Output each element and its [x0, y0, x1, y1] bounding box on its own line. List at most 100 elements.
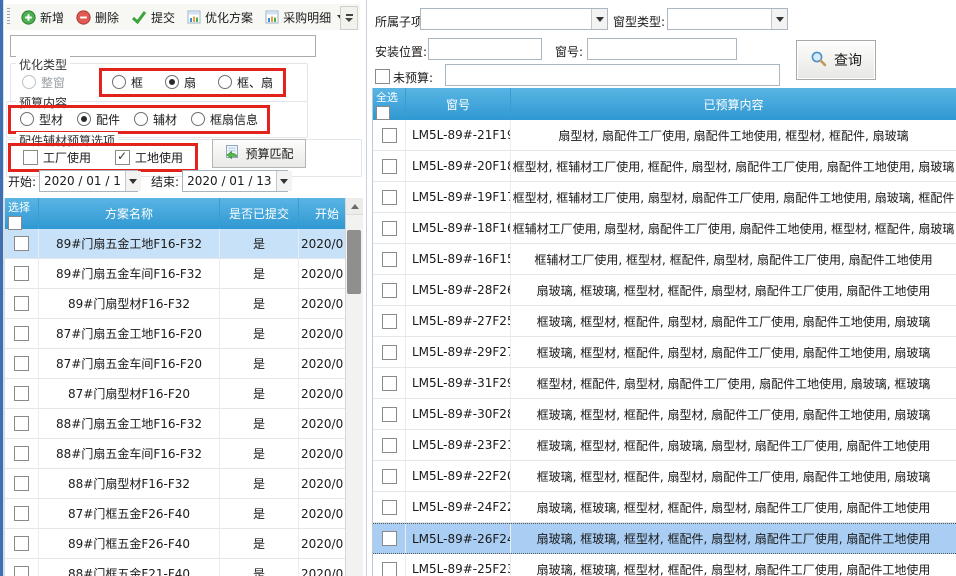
table-row[interactable]: 88#门框五金F21-F40是2020/0 [5, 559, 363, 576]
row-checkbox[interactable] [14, 386, 29, 401]
radio-option-框、扇[interactable]: 框、扇 [218, 74, 273, 91]
row-select-cell[interactable] [373, 430, 406, 460]
row-select-cell[interactable] [5, 529, 39, 558]
radio-icon[interactable] [20, 112, 34, 126]
column-header-submitted[interactable]: 是否已提交 [220, 198, 299, 229]
radio-icon[interactable] [191, 112, 205, 126]
window-no-input[interactable] [587, 38, 737, 60]
radio-icon[interactable] [22, 75, 36, 89]
row-checkbox[interactable] [382, 407, 397, 422]
row-checkbox[interactable] [14, 446, 29, 461]
checkbox-icon[interactable] [115, 150, 130, 165]
no-budget-input[interactable] [445, 64, 780, 86]
row-checkbox[interactable] [382, 283, 397, 298]
table-row[interactable]: LM5L-89#-24F22扇玻璃, 框玻璃, 框型材, 框配件, 扇型材, 扇… [373, 492, 956, 523]
budget-match-button[interactable]: 预算匹配 [212, 139, 306, 168]
row-select-cell[interactable] [373, 151, 406, 181]
row-select-cell[interactable] [373, 337, 406, 367]
radio-icon[interactable] [112, 75, 126, 89]
row-select-cell[interactable] [5, 259, 39, 288]
row-select-cell[interactable] [373, 244, 406, 274]
row-select-cell[interactable] [373, 368, 406, 398]
row-checkbox[interactable] [14, 566, 29, 576]
table-row[interactable]: LM5L-89#-28F26扇玻璃, 框玻璃, 框型材, 框配件, 扇型材, 扇… [373, 275, 956, 306]
radio-icon[interactable] [218, 75, 232, 89]
radio-option-框扇信息[interactable]: 框扇信息 [191, 111, 258, 128]
row-select-cell[interactable] [5, 289, 39, 318]
row-select-cell[interactable] [373, 275, 406, 305]
table-row[interactable]: 87#门扇五金工地F16-F20是2020/0 [5, 319, 363, 349]
radio-option-框[interactable]: 框 [112, 74, 143, 91]
toolbar-overflow-button[interactable] [340, 6, 358, 30]
row-checkbox[interactable] [382, 531, 397, 546]
row-checkbox[interactable] [14, 266, 29, 281]
sub-item-combo[interactable] [420, 8, 608, 30]
radio-icon[interactable] [77, 112, 91, 126]
row-checkbox[interactable] [14, 326, 29, 341]
table-row[interactable]: 89#门扇型材F16-F32是2020/0 [5, 289, 363, 319]
row-select-cell[interactable] [373, 461, 406, 491]
scrollbar-thumb[interactable] [347, 230, 361, 294]
row-select-cell[interactable] [5, 559, 39, 576]
row-checkbox[interactable] [382, 376, 397, 391]
row-select-cell[interactable] [5, 499, 39, 528]
row-select-cell[interactable] [5, 229, 39, 258]
table-row[interactable]: 89#门扇五金车间F16-F32是2020/0 [5, 259, 363, 289]
table-row[interactable]: LM5L-89#-30F28框玻璃, 框型材, 框配件, 扇型材, 扇配件工厂使… [373, 399, 956, 430]
row-checkbox[interactable] [382, 252, 397, 267]
start-date-picker[interactable]: 2020 / 01 / 1 [39, 170, 138, 192]
table-row[interactable]: LM5L-89#-29F27框玻璃, 框型材, 框配件, 扇型材, 扇配件工厂使… [373, 337, 956, 368]
radio-icon[interactable] [165, 75, 179, 89]
column-header-budgeted-content[interactable]: 已预算内容 [511, 88, 956, 120]
radio-icon[interactable] [134, 112, 148, 126]
table-row[interactable]: 87#门框五金F26-F40是2020/0 [5, 499, 363, 529]
chevron-down-icon[interactable] [771, 9, 787, 29]
plan-filter-input[interactable] [10, 35, 316, 57]
row-select-cell[interactable] [373, 524, 406, 553]
row-checkbox[interactable] [14, 476, 29, 491]
checkbox-icon[interactable] [23, 150, 38, 165]
row-select-cell[interactable] [373, 213, 406, 243]
chevron-down-icon[interactable] [276, 171, 292, 191]
window-type-combo[interactable] [667, 8, 788, 30]
row-select-cell[interactable] [373, 306, 406, 336]
add-button[interactable]: 新增 [15, 7, 70, 28]
row-checkbox[interactable] [382, 345, 397, 360]
toolbar-grip-icon[interactable] [7, 8, 10, 26]
column-header-select-all[interactable]: 全选 [373, 88, 406, 120]
radio-option-型材[interactable]: 型材 [20, 111, 63, 128]
row-select-cell[interactable] [373, 182, 406, 212]
table-row[interactable]: LM5L-89#-25F23扇玻璃, 框玻璃, 框型材, 框配件, 扇型材, 扇… [373, 554, 956, 576]
chevron-down-icon[interactable] [591, 9, 607, 29]
table-row[interactable]: 89#门扇五金工地F16-F32是2020/0 [5, 229, 363, 259]
row-select-cell[interactable] [373, 554, 406, 576]
radio-option-扇[interactable]: 扇 [165, 74, 196, 91]
row-checkbox[interactable] [382, 562, 397, 576]
table-row[interactable]: LM5L-89#-16F15框辅材工厂使用, 框型材, 框配件, 扇型材, 扇配… [373, 244, 956, 275]
table-row[interactable]: LM5L-89#-31F29框型材, 框配件, 扇型材, 扇配件工厂使用, 扇配… [373, 368, 956, 399]
row-checkbox[interactable] [382, 190, 397, 205]
row-checkbox[interactable] [382, 128, 397, 143]
table-row[interactable]: LM5L-89#-27F25框玻璃, 框型材, 框配件, 扇型材, 扇配件工厂使… [373, 306, 956, 337]
row-select-cell[interactable] [5, 349, 39, 378]
row-checkbox[interactable] [14, 506, 29, 521]
table-row[interactable]: 88#门扇五金工地F16-F32是2020/0 [5, 409, 363, 439]
table-row[interactable]: LM5L-89#-22F20框玻璃, 框型材, 框配件, 扇型材, 扇配件工厂使… [373, 461, 956, 492]
row-checkbox[interactable] [14, 416, 29, 431]
table-row[interactable]: LM5L-89#-18F16框辅材工厂使用, 扇型材, 扇配件工厂使用, 扇配件… [373, 213, 956, 244]
radio-option-辅材[interactable]: 辅材 [134, 111, 177, 128]
row-select-cell[interactable] [373, 399, 406, 429]
row-select-cell[interactable] [373, 492, 406, 522]
table-row[interactable]: LM5L-89#-21F19扇型材, 扇配件工厂使用, 扇配件工地使用, 框型材… [373, 120, 956, 151]
row-select-cell[interactable] [5, 409, 39, 438]
install-position-input[interactable] [428, 38, 542, 60]
row-checkbox[interactable] [382, 438, 397, 453]
column-header-window-no[interactable]: 窗号 [406, 88, 511, 120]
row-checkbox[interactable] [14, 536, 29, 551]
row-select-cell[interactable] [5, 319, 39, 348]
column-header-select[interactable]: 选择 [5, 198, 39, 229]
no-budget-checkbox[interactable] [375, 69, 390, 84]
table-row[interactable]: LM5L-89#-23F21框玻璃, 框型材, 框配件, 扇玻璃, 扇型材, 扇… [373, 430, 956, 461]
checkbox-option-工厂使用[interactable]: 工厂使用 [23, 149, 91, 166]
row-checkbox[interactable] [382, 469, 397, 484]
